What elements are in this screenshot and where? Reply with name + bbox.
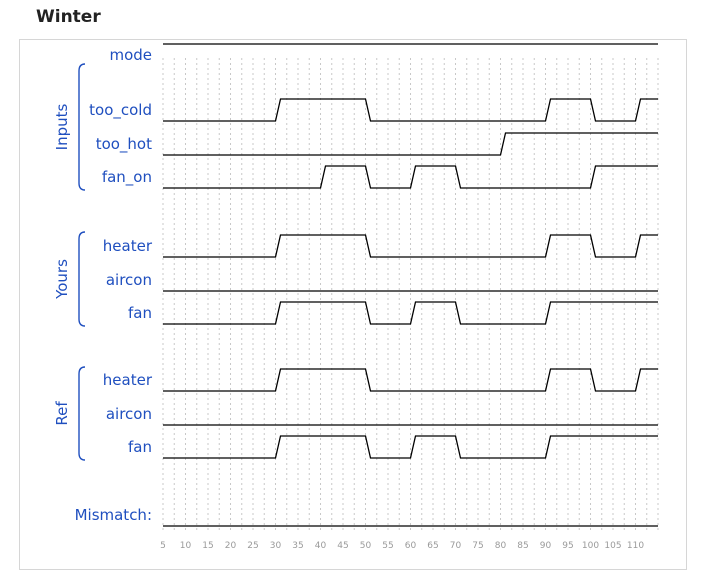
- time-tick-label: 35: [292, 541, 303, 551]
- time-tick-label: 110: [627, 541, 644, 551]
- signal-label-inputs-fan-on: fan_on: [102, 168, 152, 187]
- time-tick-label: 30: [270, 541, 282, 551]
- time-tick-label: 40: [315, 541, 327, 551]
- page-title: Winter: [36, 7, 101, 27]
- time-tick-label: 80: [495, 541, 507, 551]
- time-tick-label: 5: [160, 541, 166, 551]
- signal-label-inputs-mode: mode: [109, 46, 152, 64]
- time-tick-label: 65: [427, 541, 438, 551]
- time-tick-label: 90: [540, 541, 552, 551]
- signal-label-ref-heater: heater: [103, 371, 153, 389]
- group-bracket: [78, 231, 86, 327]
- time-tick-label: 100: [582, 541, 599, 551]
- signal-label-yours-heater: heater: [103, 237, 153, 255]
- signal-label-inputs-too-cold: too_cold: [89, 101, 152, 120]
- time-tick-label: 70: [450, 541, 462, 551]
- waveform-panel: Inputs mode too_cold too_hot fan_on Yours heat…: [19, 39, 687, 570]
- time-tick-label: 105: [604, 541, 621, 551]
- group-label-ref: Ref: [53, 401, 71, 426]
- group-bracket: [78, 366, 86, 461]
- signal-label-ref-fan: fan: [128, 438, 152, 456]
- mismatch-label: Mismatch:: [75, 506, 152, 524]
- waveform-ref-heater: [163, 368, 658, 392]
- time-tick-label: 20: [225, 541, 237, 551]
- signal-label-yours-fan: fan: [128, 304, 152, 322]
- time-tick-label: 75: [472, 541, 483, 551]
- time-tick-label: 15: [202, 541, 213, 551]
- time-tick-label: 45: [337, 541, 348, 551]
- time-tick-label: 25: [247, 541, 258, 551]
- group-label-yours: Yours: [53, 259, 71, 300]
- signal-label-inputs-too-hot: too_hot: [96, 135, 152, 154]
- time-tick-label: 50: [360, 541, 372, 551]
- time-tick-label: 85: [517, 541, 528, 551]
- group-bracket: [78, 63, 86, 191]
- signal-label-ref-aircon: aircon: [106, 405, 152, 423]
- time-tick-label: 55: [382, 541, 393, 551]
- waveform-svg: Inputs mode too_cold too_hot fan_on Yours heat…: [53, 43, 659, 551]
- time-tick-label: 60: [405, 541, 417, 551]
- time-tick-label: 10: [180, 541, 192, 551]
- signal-label-yours-aircon: aircon: [106, 271, 152, 289]
- time-tick-label: 95: [562, 541, 573, 551]
- group-label-inputs: Inputs: [53, 103, 71, 150]
